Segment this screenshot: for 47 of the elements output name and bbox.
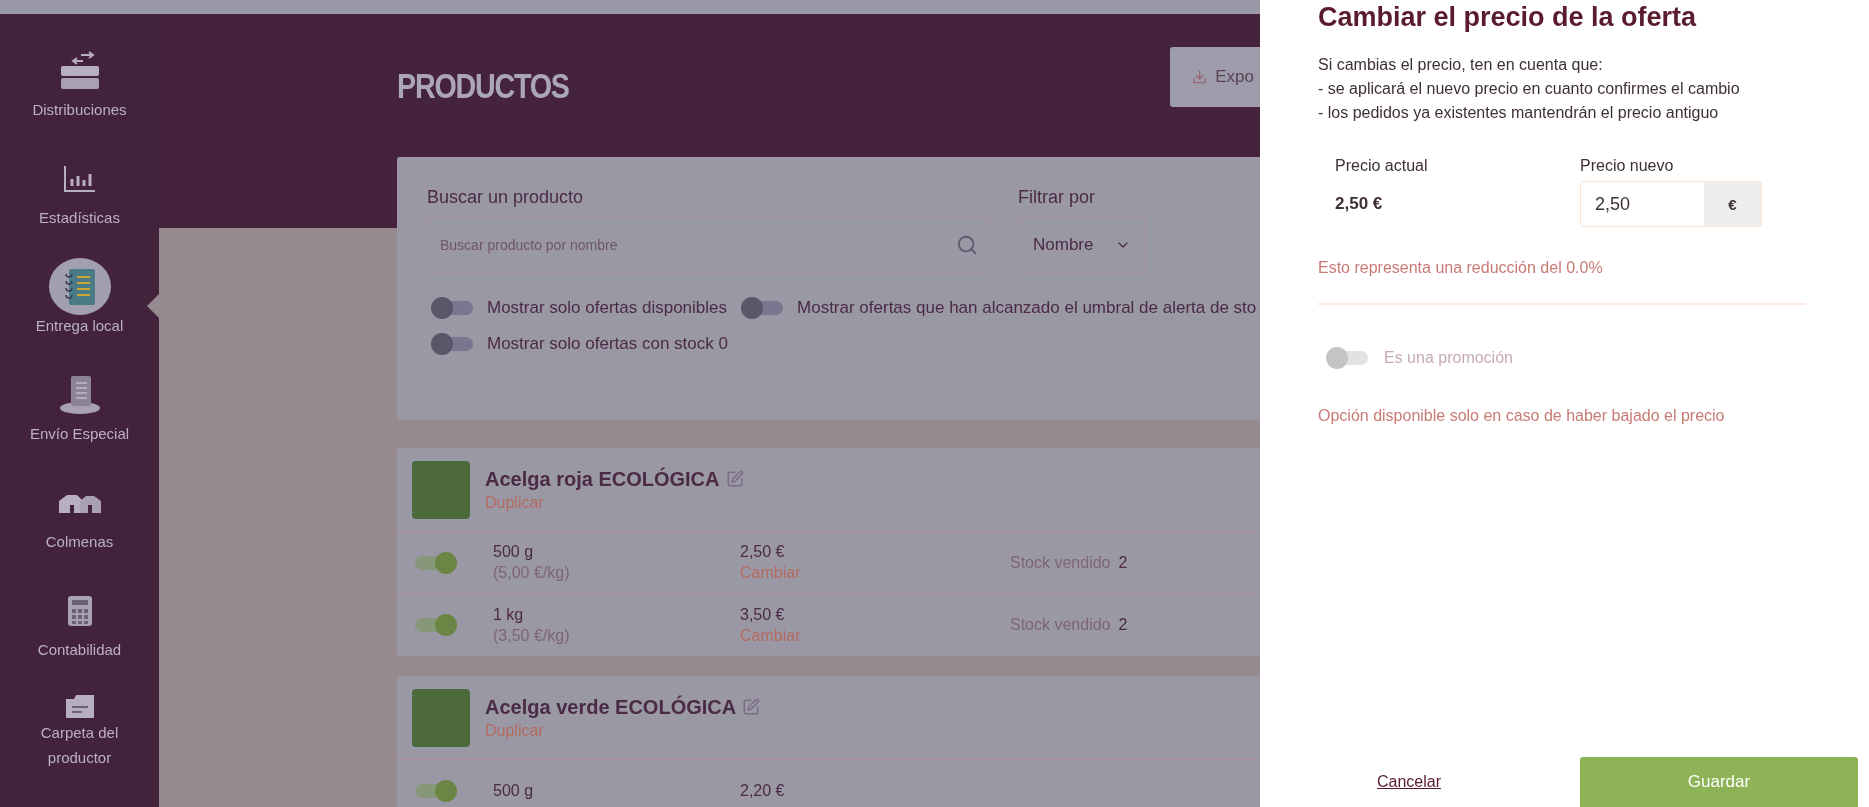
bar-chart-icon bbox=[63, 165, 96, 192]
sidebar-item[interactable]: Colmenas bbox=[0, 446, 159, 554]
stock-value: 2 bbox=[1118, 616, 1128, 634]
product-name: Acelga verde ECOLÓGICA bbox=[485, 695, 737, 719]
current-price: 2,50 € bbox=[1334, 194, 1384, 214]
edit-icon[interactable] bbox=[742, 698, 761, 716]
tray-stack-icon bbox=[58, 50, 101, 91]
promo-note: Opción disponible solo en caso de haber bajado el precio bbox=[1318, 407, 1726, 425]
calculator-icon bbox=[66, 594, 93, 627]
sidebar-item[interactable]: Estadísticas bbox=[0, 122, 159, 230]
toggle-label: Mostrar solo ofertas con stock 0 bbox=[487, 334, 728, 354]
reduction-text: Esto representa una reducción del 0.0% bbox=[1318, 259, 1604, 277]
folder-icon bbox=[64, 693, 95, 719]
offer-price: 2,50 € bbox=[740, 543, 786, 561]
search-field[interactable]: Buscar producto por nombre bbox=[427, 216, 990, 274]
toggle-label: Mostrar solo ofertas disponibles bbox=[487, 298, 727, 318]
page-title: PRODUCTOS bbox=[397, 65, 569, 106]
sidebar-item[interactable]: Contabilidad bbox=[0, 554, 159, 662]
info-text: - los pedidos ya existentes mantendrán el precio antiguo bbox=[1318, 103, 1720, 123]
promo-label: Es una promoción bbox=[1384, 349, 1513, 367]
new-price-label: Precio nuevo bbox=[1580, 157, 1675, 175]
toggle-label: Mostrar ofertas que han alcanzado el umbral de alerta de sto bbox=[797, 298, 1257, 318]
panel-title: Cambiar el precio de la oferta bbox=[1318, 2, 1698, 33]
filter-dropdown[interactable]: Nombre bbox=[1018, 216, 1146, 274]
offer-weight: 500 g bbox=[493, 543, 535, 561]
offer-weight: 500 g bbox=[493, 782, 535, 800]
sidebar-item[interactable]: Distribuciones bbox=[0, 14, 159, 122]
houses-icon bbox=[57, 492, 102, 513]
photo-placeholder bbox=[412, 688, 470, 747]
notebook-on-plate-icon bbox=[58, 374, 101, 415]
offer-price: 3,50 € bbox=[740, 605, 786, 624]
info-text: Si cambias el precio, ten en cuenta que: bbox=[1318, 55, 1604, 75]
sidebar-item[interactable]: Envío Especial bbox=[0, 338, 159, 446]
filter-label: Filtrar por bbox=[1018, 187, 1096, 208]
photo-placeholder bbox=[412, 460, 470, 519]
search-icon bbox=[956, 234, 978, 256]
search-label: Buscar un producto bbox=[427, 187, 585, 208]
product-name: Acelga roja ECOLÓGICA bbox=[485, 467, 720, 491]
edit-icon[interactable] bbox=[725, 470, 744, 488]
current-price-label: Precio actual bbox=[1334, 157, 1429, 175]
sidebar-item[interactable]: Carpeta del productor bbox=[0, 662, 159, 770]
cancel-link[interactable]: Cancelar bbox=[1318, 773, 1580, 791]
info-text: - se aplicará el nuevo precio en cuanto confirmes el cambio bbox=[1318, 79, 1741, 99]
notebook-icon bbox=[62, 267, 97, 306]
stock-value: 2 bbox=[1118, 553, 1128, 572]
offer-price: 2,20 € bbox=[740, 782, 786, 800]
offer-weight: 1 kg bbox=[493, 605, 525, 624]
